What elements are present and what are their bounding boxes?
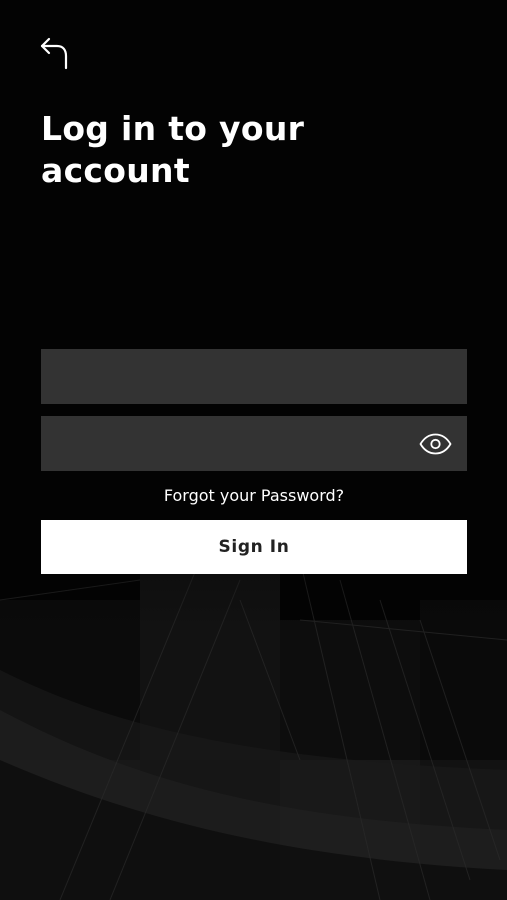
login-screen: Log in to your account Forgot your Passw… xyxy=(0,0,507,900)
forgot-password-link[interactable]: Forgot your Password? xyxy=(41,484,467,508)
email-field-container xyxy=(41,349,467,404)
page-title: Log in to your account xyxy=(41,109,305,190)
email-field[interactable] xyxy=(41,349,467,404)
sign-in-button[interactable]: Sign In xyxy=(41,520,467,574)
back-arrow-icon xyxy=(40,37,68,70)
toggle-password-visibility-button[interactable] xyxy=(417,429,453,459)
password-field-container xyxy=(41,416,467,471)
eye-icon xyxy=(419,433,451,455)
back-button[interactable] xyxy=(36,34,72,72)
password-field[interactable] xyxy=(41,416,467,471)
